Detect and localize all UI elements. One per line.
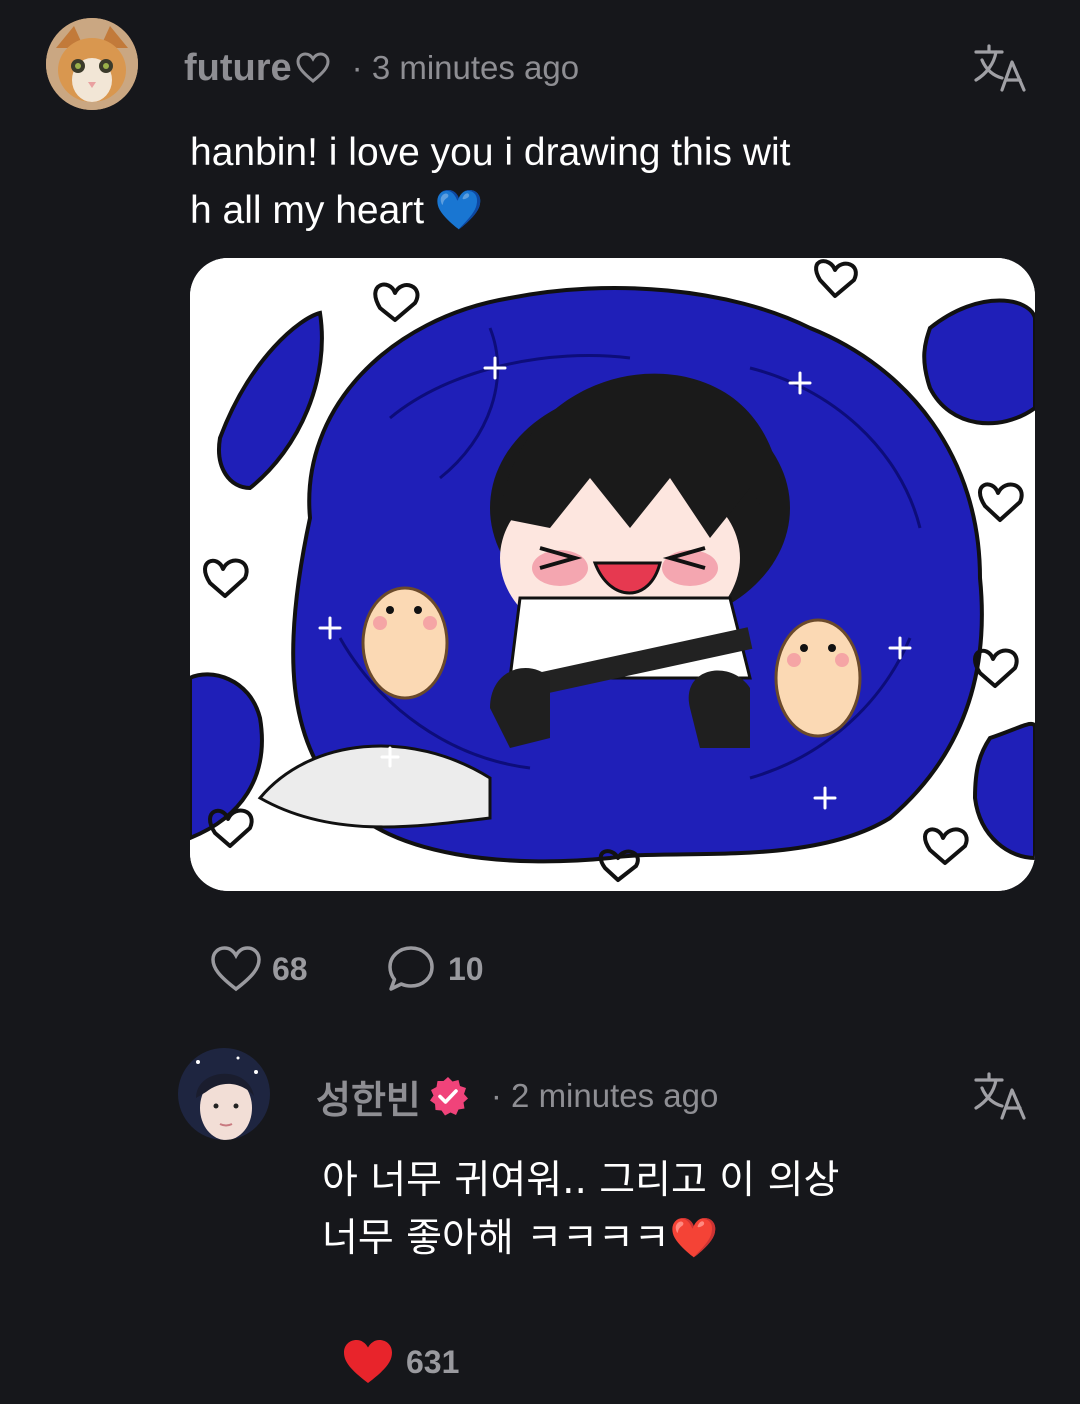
reply-author-avatar[interactable] — [178, 1048, 270, 1140]
like-count: 68 — [272, 950, 308, 987]
translate-icon[interactable] — [972, 42, 1028, 94]
reply-like-count: 631 — [406, 1343, 460, 1380]
heart-filled-icon — [342, 1338, 394, 1386]
reply-like-button[interactable]: 631 — [342, 1336, 459, 1388]
reply-text: 아 너무 귀여워.. 그리고 이 의상 너무 좋아해 ㅋㅋㅋㅋ❤️ — [322, 1158, 840, 1261]
translate-icon[interactable] — [972, 1070, 1028, 1122]
like-button[interactable]: 68 — [210, 944, 308, 994]
comment-text: hanbin! i love you i drawing this wit h … — [190, 131, 791, 232]
heart-outline-icon — [296, 52, 330, 84]
comment-attachment-drawing[interactable] — [190, 258, 1035, 891]
commenter-avatar[interactable] — [46, 18, 138, 110]
drawing-illustration — [190, 258, 1035, 891]
reply-author-name[interactable]: 성한빈 — [316, 1069, 421, 1124]
reply-button[interactable]: 10 — [386, 944, 484, 994]
heart-outline-icon — [210, 945, 262, 993]
commenter-name[interactable]: future — [184, 47, 292, 90]
comment-timestamp: · 3 minutes ago — [351, 49, 580, 86]
comment-bubble-icon — [386, 944, 436, 994]
reply-count: 10 — [448, 950, 484, 987]
reply-timestamp: · 2 minutes ago — [490, 1077, 719, 1114]
verified-badge-icon — [427, 1075, 469, 1117]
